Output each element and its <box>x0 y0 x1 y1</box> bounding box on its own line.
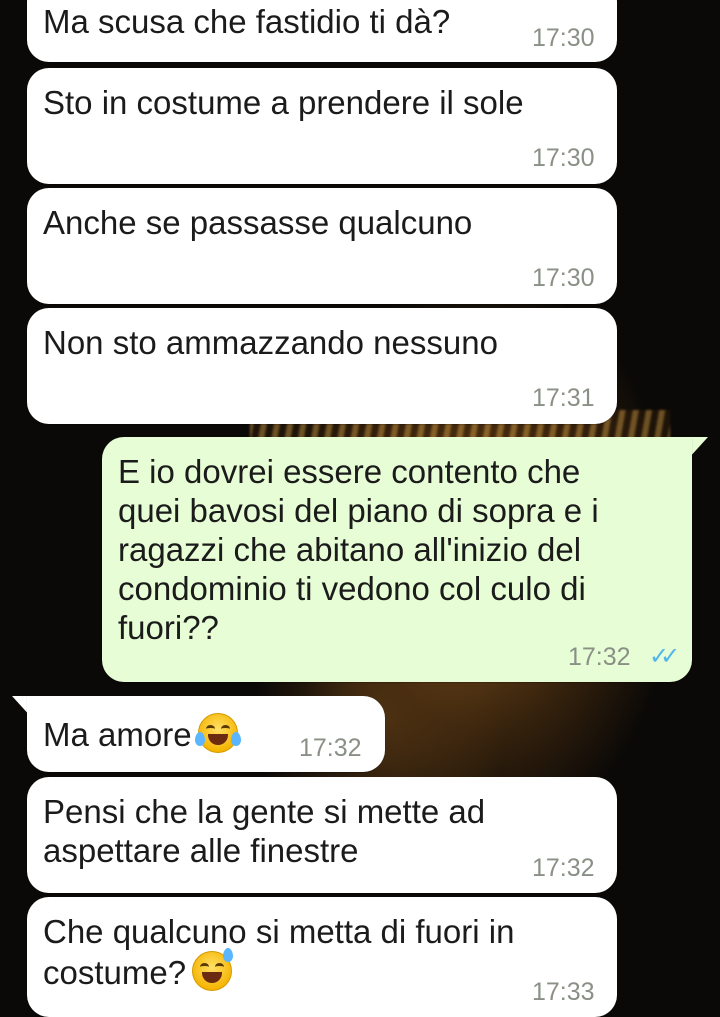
message-timestamp: 17:33 <box>532 978 595 1006</box>
message-text: Ma scusa che fastidio ti dà? <box>43 3 451 40</box>
message-bubble-incoming[interactable]: Ma amore 17:32 <box>27 696 385 772</box>
emoji-tear <box>230 732 241 746</box>
emoji-mouth <box>202 972 223 983</box>
emoji-sweat-drop <box>223 948 234 962</box>
message-text: Non sto ammazzando nessuno <box>43 324 498 361</box>
message-bubble-incoming[interactable]: Sto in costume a prendere il sole 17:30 <box>27 68 617 184</box>
read-receipt-icon: ✓✓ <box>649 642 680 670</box>
message-text: E io dovrei essere contento che quei bav… <box>118 453 599 646</box>
message-bubble-incoming[interactable]: Pensi che la gente si mette ad aspettare… <box>27 777 617 893</box>
message-bubble-outgoing[interactable]: E io dovrei essere contento che quei bav… <box>102 437 692 682</box>
emoji-tear <box>194 732 205 746</box>
message-timestamp: 17:31 <box>532 384 595 412</box>
message-timestamp: 17:32 <box>299 734 362 762</box>
message-text: Pensi che la gente si mette ad aspettare… <box>43 793 486 869</box>
message-text: Sto in costume a prendere il sole <box>43 84 524 121</box>
message-text-content: Ma amore <box>43 716 192 753</box>
grinning-face-with-sweat-emoji <box>192 948 234 991</box>
message-timestamp: 17:32 <box>532 854 595 882</box>
message-bubble-incoming[interactable]: Anche se passasse qualcuno 17:30 <box>27 188 617 304</box>
message-text: Che qualcuno si metta di fuori in costum… <box>43 912 514 992</box>
message-timestamp: 17:30 <box>532 144 595 172</box>
message-timestamp: 17:30 <box>532 264 595 292</box>
message-bubble-incoming[interactable]: Ma scusa che fastidio ti dà? 17:30 <box>27 0 617 62</box>
message-text-content: Che qualcuno si metta di fuori in costum… <box>43 913 515 991</box>
face-with-tears-of-joy-emoji <box>194 713 241 753</box>
message-bubble-incoming[interactable]: Che qualcuno si metta di fuori in costum… <box>27 897 617 1017</box>
message-text: Ma amore <box>43 713 241 754</box>
message-timestamp: 17:30 <box>532 24 595 52</box>
message-bubble-incoming[interactable]: Non sto ammazzando nessuno 17:31 <box>27 308 617 424</box>
emoji-mouth <box>207 734 228 745</box>
message-timestamp: 17:32 <box>568 643 631 671</box>
message-text: Anche se passasse qualcuno <box>43 204 473 241</box>
